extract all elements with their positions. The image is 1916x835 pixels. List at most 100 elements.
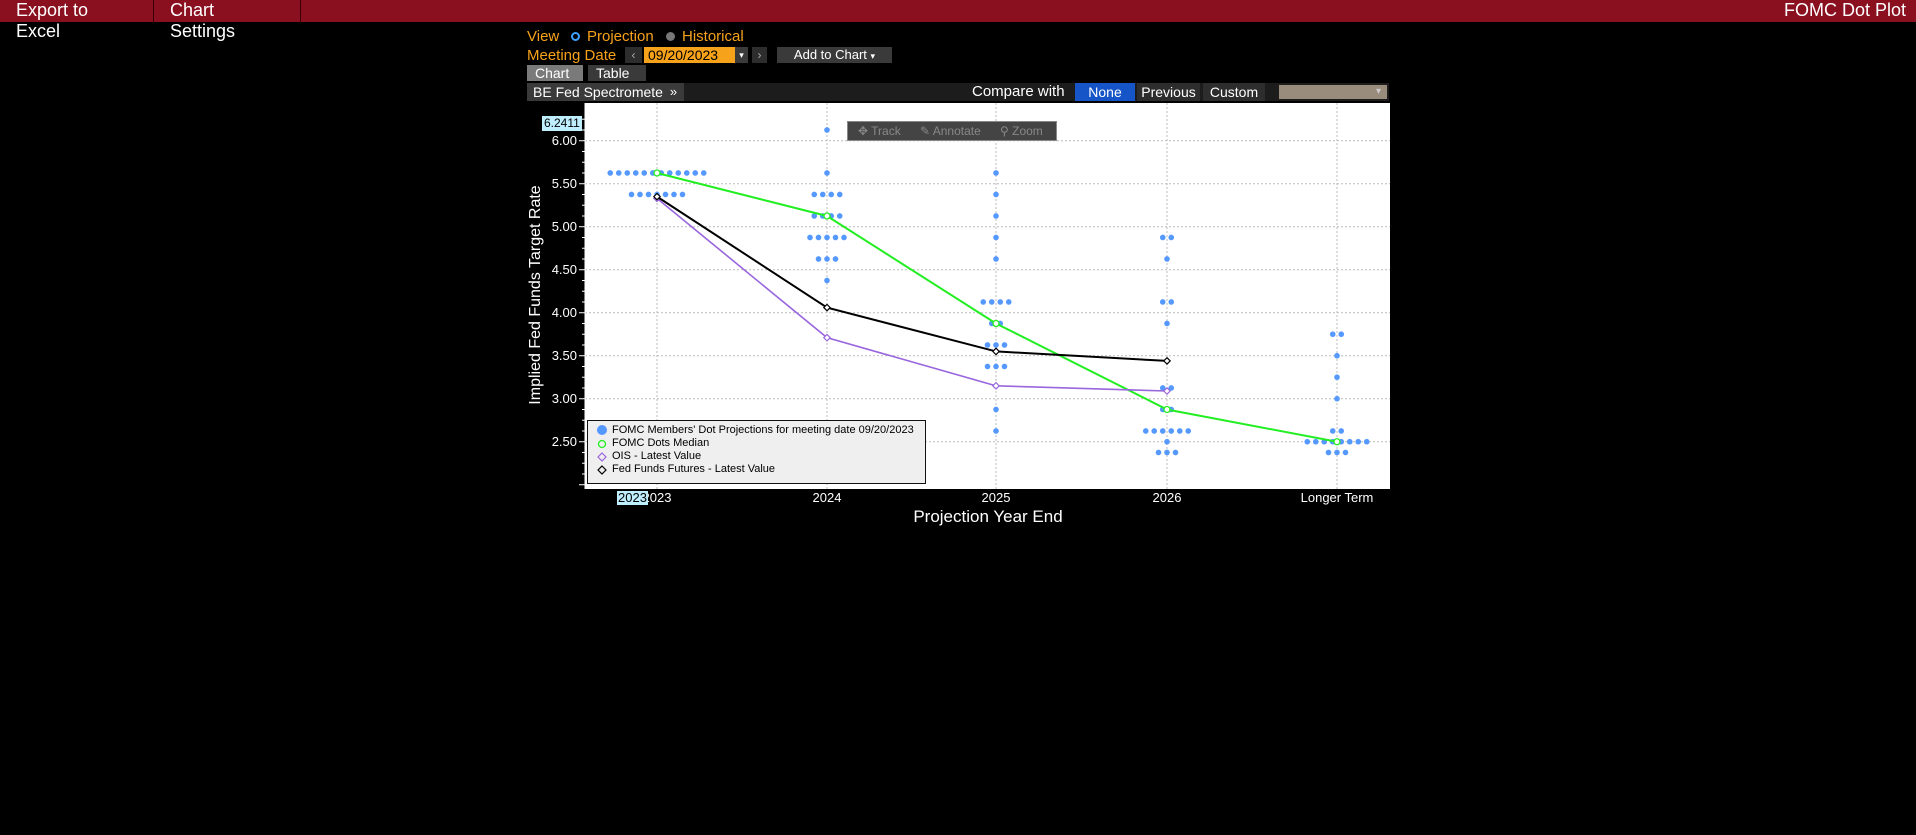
dot-2025-2.625-0 [993, 428, 999, 434]
dot-2025-3.625-0 [984, 342, 991, 348]
projection-radio[interactable] [571, 32, 580, 41]
fed-spectrometer-button[interactable]: BE Fed Spectrometer [527, 83, 674, 101]
dot-2025-3.375-2 [1001, 363, 1008, 370]
dot-Longer Term-2.375-2 [1342, 449, 1349, 456]
compare-custom-button[interactable]: Custom [1203, 83, 1265, 101]
dot-2024-5.375-3 [836, 191, 843, 198]
series-line-1 [656, 197, 1168, 392]
dot-2025-5.625-0 [993, 170, 999, 176]
dot-2024-4.875-1 [815, 234, 822, 241]
page-title: FOMC Dot Plot [1783, 0, 1906, 20]
add-to-chart-button[interactable]: Add to Chart ▾ [777, 47, 892, 63]
median-legend-icon [597, 439, 607, 449]
y-tick-label: 6.00 [551, 132, 577, 148]
compare-previous-button[interactable]: Previous [1137, 83, 1200, 101]
dot-2026-2.625-0 [1142, 428, 1149, 434]
dot-2024-5.375-2 [828, 191, 835, 198]
dot-Longer Term-3.000-0 [1334, 395, 1340, 402]
select-chevron-down-icon[interactable]: ▾ [1376, 83, 1381, 101]
dot-2024-5.375-0 [811, 191, 818, 198]
series-line-0 [656, 172, 1338, 443]
tab-table[interactable]: Table [588, 65, 646, 81]
dot-2023-5.375-6 [679, 191, 686, 198]
median-marker-2 [992, 319, 1000, 328]
dot-2026-2.375-0 [1155, 449, 1162, 456]
compare-custom-select[interactable] [1279, 85, 1387, 99]
dot-2024-4.625-2 [832, 256, 839, 262]
dot-Longer Term-3.750-0 [1329, 331, 1336, 338]
dot-2025-4.125-1 [988, 299, 995, 305]
zoom-tool[interactable]: ⚲ Zoom [1000, 122, 1043, 140]
historical-radio[interactable] [666, 32, 675, 41]
historical-radio-label[interactable]: Historical [682, 28, 744, 45]
dot-2025-4.125-2 [997, 299, 1004, 305]
dot-2023-5.625-2 [624, 170, 631, 176]
annotate-tool[interactable]: ✎ Annotate [920, 122, 981, 140]
dot-legend-icon [597, 425, 607, 435]
dot-Longer Term-2.500-1 [1312, 438, 1319, 445]
y-axis-label: Implied Fed Funds Target Rate [527, 185, 544, 405]
y-tick-label: 4.00 [551, 304, 577, 320]
series-line-2 [656, 195, 1168, 362]
legend-item-ois: OIS - Latest Value [612, 450, 702, 462]
dot-2024-4.875-0 [807, 234, 813, 241]
add-to-chart-label: Add to Chart [793, 47, 867, 62]
compare-none-button[interactable]: None [1075, 83, 1135, 101]
dot-Longer Term-2.625-1 [1338, 428, 1345, 434]
expand-chevrons-icon[interactable]: » [663, 83, 684, 101]
y-tick-label: 4.50 [551, 261, 577, 277]
dot-2023-5.625-3 [632, 170, 639, 176]
dot-2025-5.125-0 [993, 213, 999, 219]
x-tick-label: 2026 [1152, 490, 1182, 505]
dot-2026-2.500-0 [1164, 438, 1170, 445]
median-marker-1 [823, 212, 831, 220]
series-marker-1-2 [991, 381, 1001, 390]
chevron-down-icon: ▾ [870, 51, 876, 61]
y-tick-label: 3.00 [551, 390, 577, 406]
export-to-excel-button[interactable]: Export to Excel [0, 0, 154, 41]
dot-Longer Term-3.500-0 [1334, 352, 1340, 359]
chart-settings-button[interactable]: Chart Settings [154, 0, 301, 41]
ois-legend-icon [597, 452, 607, 462]
dot-2024-4.625-1 [824, 256, 830, 262]
next-date-button[interactable]: › [752, 47, 767, 63]
dot-2024-6.125-0 [824, 127, 830, 133]
dot-2025-4.125-0 [980, 299, 987, 305]
dot-2024-4.625-0 [815, 256, 822, 262]
dot-2023-5.625-4 [641, 170, 648, 176]
dot-2024-5.375-1 [819, 191, 826, 198]
dot-Longer Term-3.250-0 [1334, 374, 1340, 381]
dot-2026-2.625-2 [1159, 428, 1166, 434]
zoom-tool-label: Zoom [1012, 124, 1043, 138]
meeting-date-field[interactable]: 09/20/2023 [644, 47, 735, 63]
date-dropdown-icon[interactable]: ▾ [735, 47, 748, 63]
track-tool-label: Track [871, 124, 901, 138]
dot-2025-3.375-0 [984, 363, 991, 370]
track-tool[interactable]: ✥ Track [858, 122, 901, 140]
legend-item-fed-funds-futures: Fed Funds Futures - Latest Value [612, 463, 776, 475]
chart-tools-bar: ✥ Track ✎ Annotate ⚲ Zoom [847, 121, 1057, 141]
chart-legend: FOMC Members' Dot Projections for meetin… [587, 420, 926, 484]
dot-2025-3.625-2 [1001, 342, 1008, 348]
dot-2026-2.375-1 [1164, 449, 1170, 456]
tab-chart[interactable]: Chart [527, 65, 583, 81]
median-marker-0 [653, 169, 661, 177]
dot-2026-2.625-5 [1185, 428, 1192, 434]
projection-radio-label[interactable]: Projection [587, 28, 654, 45]
dot-Longer Term-2.500-7 [1363, 438, 1370, 445]
top-toolbar: Export to Excel Chart Settings FOMC Dot … [0, 0, 1916, 41]
meeting-date-label: Meeting Date [527, 47, 617, 64]
prev-date-button[interactable]: ‹ [625, 47, 642, 63]
dot-Longer Term-2.500-0 [1304, 438, 1311, 445]
fff-legend-icon [597, 465, 607, 475]
x-axis-label: Projection Year End [913, 507, 1063, 526]
dot-Longer Term-2.500-6 [1355, 438, 1362, 445]
dot-2024-4.875-2 [824, 234, 830, 241]
dot-2023-5.625-8 [675, 170, 682, 176]
dot-2024-4.875-3 [832, 234, 839, 241]
dot-2023-5.625-9 [683, 170, 690, 176]
compare-with-label: Compare with [972, 83, 1065, 100]
dot-Longer Term-2.625-0 [1329, 428, 1336, 434]
dot-Longer Term-2.375-0 [1325, 449, 1332, 456]
dot-2023-5.625-11 [700, 170, 707, 176]
